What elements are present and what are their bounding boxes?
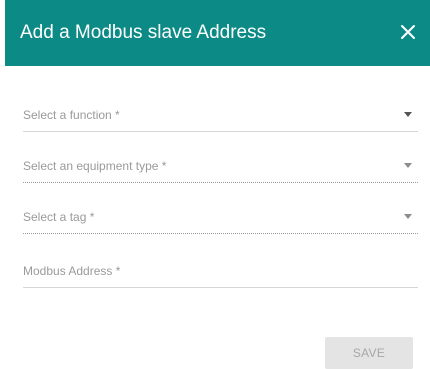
chevron-down-icon	[404, 163, 412, 168]
add-modbus-slave-address-dialog: Add a Modbus slave Address Select a func…	[0, 0, 430, 369]
function-select-placeholder: Select a function *	[23, 108, 120, 122]
equipment-type-select-placeholder: Select an equipment type *	[23, 159, 167, 173]
function-select-underline	[23, 131, 418, 132]
function-select[interactable]: Select a function *	[23, 102, 418, 132]
tag-select-underline	[23, 233, 418, 234]
dialog-header: Add a Modbus slave Address	[5, 0, 430, 66]
modbus-address-input-placeholder: Modbus Address *	[23, 264, 121, 278]
modbus-address-input-underline	[23, 287, 418, 288]
chevron-down-icon	[404, 214, 412, 219]
close-icon	[401, 25, 415, 39]
close-button[interactable]	[396, 20, 420, 44]
dialog-title: Add a Modbus slave Address	[20, 22, 267, 43]
equipment-type-select-underline	[23, 182, 418, 183]
tag-select: Select a tag *	[23, 204, 418, 234]
equipment-type-select: Select an equipment type *	[23, 153, 418, 183]
tag-select-placeholder: Select a tag *	[23, 210, 95, 224]
chevron-down-icon	[404, 112, 412, 117]
modbus-address-input[interactable]: Modbus Address *	[23, 258, 418, 288]
save-button[interactable]: SAVE	[325, 337, 413, 369]
